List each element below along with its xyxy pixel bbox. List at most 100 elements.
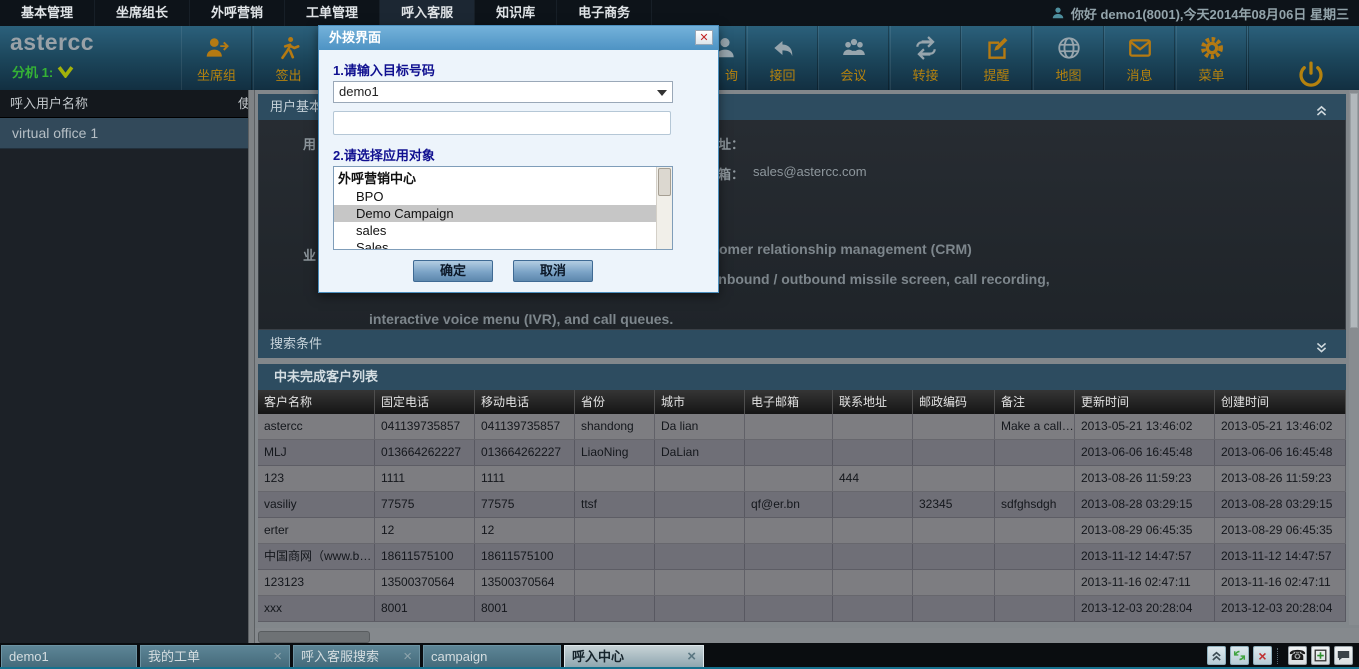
cell <box>655 596 745 621</box>
add-icon[interactable] <box>1311 646 1330 665</box>
toolbar-button-retrieve[interactable]: 接回 <box>747 26 818 90</box>
greeting-text: 你好 demo1(8001),今天2014年08月06日 星期三 <box>1071 4 1349 23</box>
cell: DaLian <box>655 440 745 465</box>
top-menu-bar: 基本管理坐席组长外呼营销工单管理呼入客服知识库电子商务 你好 demo1(800… <box>0 0 1359 26</box>
toolbar-button-menu[interactable]: 菜单 <box>1176 26 1247 90</box>
app-list-item[interactable]: Sales <box>334 239 656 250</box>
remind-icon <box>984 35 1010 61</box>
app-list-item[interactable]: sales <box>334 222 656 239</box>
customer-list-section: 中未完成客户列表 客户名称固定电话移动电话省份城市电子邮箱联系地址邮政编码备注更… <box>258 364 1346 622</box>
table-row[interactable]: MLJ013664262227013664262227LiaoNingDaLia… <box>258 440 1346 466</box>
collapse-up-icon[interactable] <box>1207 646 1226 665</box>
main-horizontal-scrollbar[interactable] <box>255 628 1359 644</box>
app-list-group[interactable]: 外呼营销中心 <box>334 167 656 188</box>
expand-down-icon[interactable] <box>1315 336 1328 364</box>
chevron-down-icon[interactable] <box>57 65 74 78</box>
tab-呼入中心[interactable]: 呼入中心 × <box>564 645 704 667</box>
table-row[interactable]: 123111111114442013-08-26 11:59:232013-08… <box>258 466 1346 492</box>
cancel-button[interactable]: 取消 <box>513 260 593 282</box>
cell <box>995 596 1075 621</box>
power-button[interactable] <box>1296 60 1326 90</box>
tab-label: 我的工单 <box>148 647 200 667</box>
toolbar-button-conference[interactable]: 会议 <box>818 26 889 90</box>
menu-item-5[interactable]: 呼入客服 <box>380 0 475 26</box>
close-icon[interactable]: × <box>687 647 696 667</box>
cell: MLJ <box>258 440 375 465</box>
toolbar-button-remind[interactable]: 提醒 <box>961 26 1032 90</box>
menu-item-1[interactable]: 基本管理 <box>0 0 95 26</box>
tab-label: demo1 <box>9 647 49 667</box>
cell: 041139735857 <box>375 414 475 439</box>
search-header[interactable]: 搜索条件 <box>258 330 1346 358</box>
phone-icon[interactable]: ☎ <box>1288 646 1307 665</box>
toolbar-button-sign-out[interactable]: 签出 <box>253 26 324 90</box>
cell <box>575 466 655 491</box>
scrollbar-thumb[interactable] <box>1350 93 1358 328</box>
comment-icon[interactable] <box>1334 646 1353 665</box>
menu-icon <box>1199 35 1225 61</box>
target-select-value: demo1 <box>339 84 379 99</box>
menu-items: 基本管理坐席组长外呼营销工单管理呼入客服知识库电子商务 <box>0 0 652 26</box>
tab-campaign[interactable]: campaign <box>423 645 561 667</box>
cell: 2013-11-12 14:47:57 <box>1075 544 1215 569</box>
table-row[interactable]: erter12122013-08-29 06:45:352013-08-29 0… <box>258 518 1346 544</box>
toolbar-button-agent-group[interactable]: 坐席组 <box>181 26 252 90</box>
menu-item-6[interactable]: 知识库 <box>475 0 557 26</box>
toolbar-button-transfer[interactable]: 转接 <box>890 26 961 90</box>
toolbar-button-map[interactable]: 地图 <box>1033 26 1104 90</box>
table-row[interactable]: astercc041139735857041139735857shandongD… <box>258 414 1346 440</box>
close-red-icon[interactable]: × <box>1253 646 1272 665</box>
scrollbar-thumb[interactable] <box>658 168 671 196</box>
tab-呼入客服搜索[interactable]: 呼入客服搜索× <box>293 645 420 667</box>
app-list-item[interactable]: Demo Campaign <box>334 205 656 222</box>
sidebar-item[interactable]: virtual office 1 <box>0 118 248 149</box>
app-list-item[interactable]: BPO <box>334 188 656 205</box>
menu-item-2[interactable]: 坐席组长 <box>95 0 190 26</box>
listbox-scrollbar[interactable] <box>656 167 672 249</box>
table-row[interactable]: vasiliy7757577575ttsfqf@er.bn32345sdfghs… <box>258 492 1346 518</box>
retrieve-icon <box>770 35 796 61</box>
agent-group-icon <box>204 35 230 61</box>
cell: Make a call ... <box>995 414 1075 439</box>
column-header: 固定电话 <box>375 390 475 414</box>
cell <box>745 466 833 491</box>
sidebar: 呼入用户名称 使 virtual office 1 <box>0 90 248 643</box>
tab-demo1[interactable]: demo1 <box>1 645 137 667</box>
extension-selector[interactable]: 分机 1: <box>12 62 74 81</box>
astercc-app: 基本管理坐席组长外呼营销工单管理呼入客服知识库电子商务 你好 demo1(800… <box>0 0 1359 669</box>
menu-item-3[interactable]: 外呼营销 <box>190 0 285 26</box>
table-row[interactable]: 12312313500370564135003705642013-11-16 0… <box>258 570 1346 596</box>
cell: 18611575100 <box>375 544 475 569</box>
refresh-icon[interactable] <box>1230 646 1249 665</box>
cell <box>995 440 1075 465</box>
application-listbox[interactable]: 外呼营销中心BPODemo CampaignsalesSales <box>333 166 673 250</box>
ok-button[interactable]: 确定 <box>413 260 493 282</box>
cell <box>745 570 833 595</box>
close-icon[interactable]: × <box>273 647 282 667</box>
menu-item-7[interactable]: 电子商务 <box>557 0 652 26</box>
toolbar-button-message[interactable]: 消息 <box>1104 26 1175 90</box>
scrollbar-thumb[interactable] <box>258 631 370 643</box>
panel-splitter[interactable] <box>248 90 255 643</box>
cell <box>745 414 833 439</box>
cell: 013664262227 <box>375 440 475 465</box>
cell: 123 <box>258 466 375 491</box>
menu-item-4[interactable]: 工单管理 <box>285 0 380 26</box>
cell: 2013-11-16 02:47:11 <box>1075 570 1215 595</box>
number-input[interactable] <box>333 111 671 135</box>
table-row[interactable]: xxx800180012013-12-03 20:28:042013-12-03… <box>258 596 1346 622</box>
toolbar-button-label: 消息 <box>1126 65 1152 84</box>
transfer-icon <box>913 35 939 61</box>
toolbar-button-label: 接回 <box>769 65 795 84</box>
separator <box>1277 648 1279 664</box>
close-icon[interactable]: ✕ <box>695 30 713 45</box>
table-row[interactable]: 中国商网（www.biz...1861157510018611575100201… <box>258 544 1346 570</box>
main-vertical-scrollbar[interactable] <box>1349 90 1359 625</box>
cell: xxx <box>258 596 375 621</box>
cell: shandong <box>575 414 655 439</box>
tab-label: 呼入中心 <box>572 647 624 667</box>
cell: 2013-08-26 11:59:23 <box>1215 466 1346 491</box>
tab-我的工单[interactable]: 我的工单 × <box>140 645 290 667</box>
close-icon[interactable]: × <box>403 647 412 667</box>
target-number-select[interactable]: demo1 <box>333 81 673 103</box>
